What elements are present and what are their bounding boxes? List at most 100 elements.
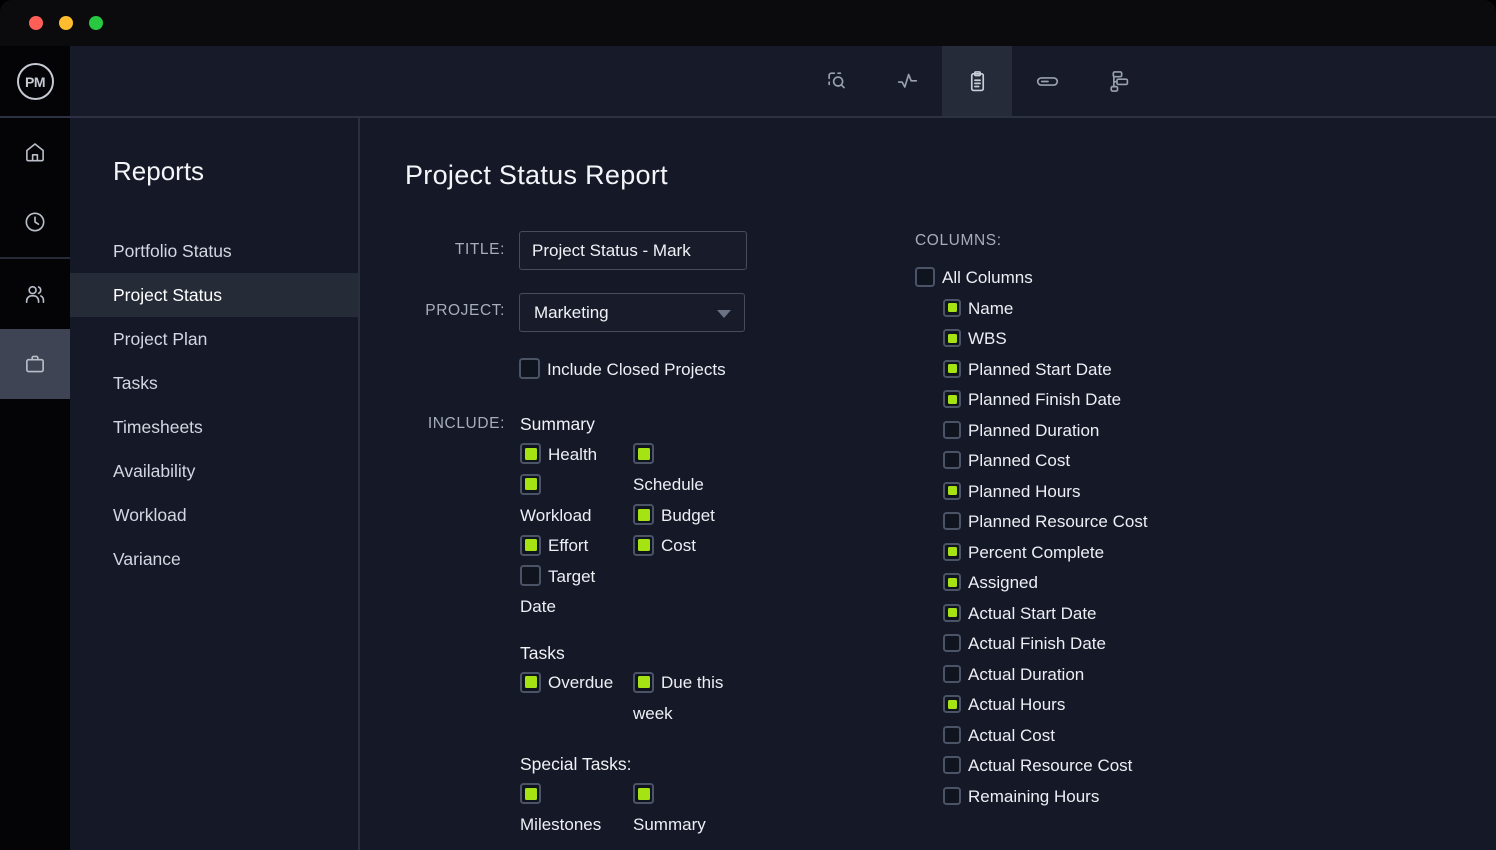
column-option[interactable]: Planned Resource Cost [943, 507, 1148, 538]
checkbox[interactable] [943, 573, 961, 591]
checkbox[interactable] [520, 474, 541, 495]
checkbox[interactable] [520, 443, 541, 464]
column-option[interactable]: Planned Hours [943, 477, 1148, 508]
include-option[interactable]: Budget [633, 501, 728, 532]
column-option[interactable]: Actual Finish Date [943, 629, 1148, 660]
sidebar-item-variance[interactable]: Variance [70, 537, 358, 581]
column-option[interactable]: Actual Duration [943, 660, 1148, 691]
include-option[interactable]: Health [520, 440, 615, 471]
app-logo[interactable]: PM [0, 46, 70, 117]
checkbox[interactable] [943, 329, 961, 347]
header-tab-report[interactable] [942, 46, 1012, 117]
sidebar-item-timesheets[interactable]: Timesheets [70, 405, 358, 449]
header-tab-activity[interactable] [872, 46, 942, 117]
checkbox[interactable] [633, 535, 654, 556]
include-columns: Milestones Summary [520, 780, 820, 841]
reports-sidebar: Reports Portfolio StatusProject StatusPr… [70, 118, 360, 850]
checkbox-label: Summary [633, 815, 706, 834]
checkbox[interactable] [633, 783, 654, 804]
checkbox[interactable] [943, 451, 961, 469]
sidebar-item-label: Availability [113, 461, 195, 482]
include-group-heading: Special Tasks: [520, 749, 820, 780]
column-option[interactable]: Percent Complete [943, 538, 1148, 569]
checkbox[interactable] [943, 543, 961, 561]
column-option[interactable]: Planned Duration [943, 416, 1148, 447]
checkbox-label: Actual Duration [968, 665, 1084, 684]
include-option[interactable]: Overdue [520, 668, 615, 699]
checkbox[interactable] [943, 360, 961, 378]
include-option[interactable]: Due this week [633, 668, 728, 729]
checkbox-mark [638, 509, 650, 521]
top-header [70, 46, 1496, 117]
include-option[interactable]: Cost [633, 531, 728, 562]
checkbox[interactable] [943, 695, 961, 713]
checkbox[interactable] [520, 565, 541, 586]
include-option[interactable]: Milestones [520, 780, 615, 841]
header-tab-workflow[interactable] [1082, 46, 1152, 117]
include-closed-projects-option[interactable]: Include Closed Projects [519, 355, 726, 385]
checkbox[interactable] [633, 443, 654, 464]
rail-item-briefcase[interactable] [0, 329, 70, 399]
checkbox[interactable] [915, 267, 935, 287]
checkbox-label: Planned Resource Cost [968, 512, 1148, 531]
report-title-input[interactable] [519, 231, 747, 270]
column-option[interactable]: Actual Resource Cost [943, 751, 1148, 782]
header-tab-search-area[interactable] [802, 46, 872, 117]
include-group-heading: Tasks [520, 638, 820, 669]
column-option[interactable]: Assigned [943, 568, 1148, 599]
checkbox[interactable] [520, 672, 541, 693]
checkbox[interactable] [943, 787, 961, 805]
include-option[interactable]: Target Date [520, 562, 615, 623]
checkbox[interactable] [943, 482, 961, 500]
include-option[interactable]: Effort [520, 531, 615, 562]
include-option[interactable]: Summary [633, 780, 728, 841]
checkbox[interactable] [943, 421, 961, 439]
zoom-button[interactable] [89, 16, 103, 30]
checkbox[interactable] [943, 726, 961, 744]
rail-item-home[interactable] [0, 117, 70, 187]
sidebar-item-workload[interactable]: Workload [70, 493, 358, 537]
sidebar-item-tasks[interactable]: Tasks [70, 361, 358, 405]
include-group: TasksOverdue Due this week [520, 638, 820, 730]
column-option[interactable]: Actual Cost [943, 721, 1148, 752]
checkbox[interactable] [943, 604, 961, 622]
checkbox[interactable] [633, 504, 654, 525]
include-option[interactable]: Schedule [633, 440, 728, 501]
close-button[interactable] [29, 16, 43, 30]
rail-item-clock[interactable] [0, 187, 70, 257]
checkbox-mark [948, 578, 957, 587]
column-option[interactable]: Actual Hours [943, 690, 1148, 721]
include-columns: Overdue Due this week [520, 668, 820, 729]
checkbox[interactable] [633, 672, 654, 693]
checkbox[interactable] [519, 358, 540, 379]
sidebar-item-project-status[interactable]: Project Status [70, 273, 358, 317]
checkbox[interactable] [943, 634, 961, 652]
column-option[interactable]: Remaining Hours [943, 782, 1148, 813]
include-option[interactable]: Workload [520, 470, 615, 531]
column-option[interactable]: Planned Cost [943, 446, 1148, 477]
checkbox-mark [948, 730, 957, 739]
rail-item-team[interactable] [0, 259, 70, 329]
header-tab-timeline-bar[interactable] [1012, 46, 1082, 117]
column-option[interactable]: Planned Start Date [943, 355, 1148, 386]
workflow-icon [1105, 69, 1130, 94]
column-option[interactable]: Actual Start Date [943, 599, 1148, 630]
project-select[interactable]: Marketing [519, 293, 745, 332]
column-option[interactable]: Planned Finish Date [943, 385, 1148, 416]
minimize-button[interactable] [59, 16, 73, 30]
sidebar-item-label: Workload [113, 505, 187, 526]
checkbox[interactable] [943, 665, 961, 683]
left-rail: PM [0, 46, 70, 850]
all-columns-option[interactable]: All Columns [915, 263, 1148, 294]
checkbox[interactable] [943, 512, 961, 530]
checkbox[interactable] [520, 535, 541, 556]
sidebar-item-portfolio-status[interactable]: Portfolio Status [70, 229, 358, 273]
checkbox[interactable] [943, 299, 961, 317]
checkbox[interactable] [943, 756, 961, 774]
column-option[interactable]: WBS [943, 324, 1148, 355]
sidebar-item-availability[interactable]: Availability [70, 449, 358, 493]
column-option[interactable]: Name [943, 294, 1148, 325]
sidebar-item-project-plan[interactable]: Project Plan [70, 317, 358, 361]
checkbox[interactable] [520, 783, 541, 804]
checkbox[interactable] [943, 390, 961, 408]
